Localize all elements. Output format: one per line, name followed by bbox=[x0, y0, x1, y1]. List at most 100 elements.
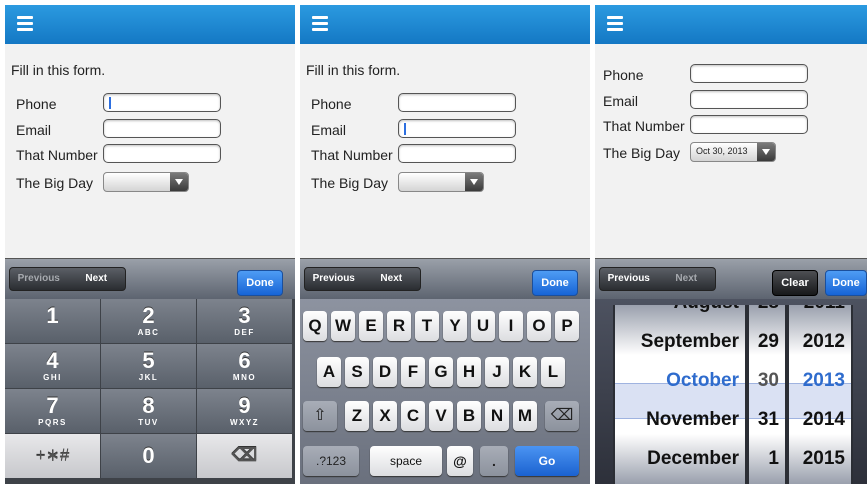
key-symbols[interactable]: +∗# bbox=[5, 434, 101, 479]
key-r[interactable]: R bbox=[387, 311, 411, 341]
email-field[interactable] bbox=[398, 119, 516, 138]
number-label: That Number bbox=[311, 147, 393, 163]
menu-icon[interactable] bbox=[607, 16, 623, 32]
text-caret bbox=[404, 123, 406, 135]
done-button[interactable]: Done bbox=[237, 270, 283, 296]
backspace-icon[interactable]: ⌫ bbox=[545, 401, 579, 431]
key-8[interactable]: 8 TUV bbox=[101, 389, 197, 434]
backspace-icon[interactable]: ⌫ bbox=[197, 434, 293, 479]
done-button[interactable]: Done bbox=[532, 270, 578, 296]
key-0[interactable]: 0 bbox=[101, 434, 197, 479]
at-key[interactable]: @ bbox=[447, 446, 473, 476]
key-v[interactable]: V bbox=[429, 401, 453, 431]
year-item[interactable]: 2014 bbox=[789, 400, 851, 439]
space-key[interactable]: space bbox=[370, 446, 442, 476]
month-item-selected[interactable]: October bbox=[615, 361, 745, 400]
key-y[interactable]: Y bbox=[443, 311, 467, 341]
key-e[interactable]: E bbox=[359, 311, 383, 341]
key-5[interactable]: 5 JKL bbox=[101, 344, 197, 389]
clear-button[interactable]: Clear bbox=[772, 270, 818, 296]
key-4[interactable]: 4 GHI bbox=[5, 344, 101, 389]
key-9[interactable]: 9 WXYZ bbox=[197, 389, 293, 434]
number-field[interactable] bbox=[398, 144, 516, 163]
key-n[interactable]: N bbox=[485, 401, 509, 431]
key-q[interactable]: Q bbox=[303, 311, 327, 341]
menu-icon[interactable] bbox=[17, 16, 33, 32]
email-label: Email bbox=[16, 122, 52, 138]
email-field[interactable] bbox=[690, 90, 808, 109]
key-h[interactable]: H bbox=[457, 357, 481, 387]
date-select[interactable]: Oct 30, 2013 bbox=[690, 142, 776, 162]
day-item[interactable]: 29 bbox=[749, 322, 785, 361]
key-b[interactable]: B bbox=[457, 401, 481, 431]
number-label: That Number bbox=[16, 147, 98, 163]
phone-field[interactable] bbox=[690, 64, 808, 83]
day-item[interactable]: 1 bbox=[749, 439, 785, 478]
key-l[interactable]: L bbox=[541, 357, 565, 387]
date-select[interactable] bbox=[398, 172, 484, 192]
key-o[interactable]: O bbox=[527, 311, 551, 341]
key-t[interactable]: T bbox=[415, 311, 439, 341]
number-field[interactable] bbox=[103, 144, 221, 163]
key-w[interactable]: W bbox=[331, 311, 355, 341]
shift-icon[interactable]: ⇧ bbox=[303, 401, 337, 431]
key-c[interactable]: C bbox=[401, 401, 425, 431]
key-z[interactable]: Z bbox=[345, 401, 369, 431]
done-button[interactable]: Done bbox=[825, 270, 867, 296]
date-select[interactable] bbox=[103, 172, 189, 192]
month-wheel[interactable]: August September October November Decemb… bbox=[613, 305, 747, 484]
previous-button[interactable]: Previous bbox=[600, 268, 658, 290]
key-k[interactable]: K bbox=[513, 357, 537, 387]
phone-field[interactable] bbox=[398, 93, 516, 112]
numbers-key[interactable]: .?123 bbox=[303, 446, 359, 476]
day-item-selected[interactable]: 30 bbox=[749, 361, 785, 400]
phone-field[interactable] bbox=[103, 93, 221, 112]
month-item[interactable]: December bbox=[615, 439, 745, 478]
email-field[interactable] bbox=[103, 119, 221, 138]
key-2[interactable]: 2 ABC bbox=[101, 299, 197, 344]
year-wheel[interactable]: 2011 2012 2013 2014 2015 bbox=[787, 305, 853, 484]
year-item[interactable]: 2015 bbox=[789, 439, 851, 478]
key-m[interactable]: M bbox=[513, 401, 537, 431]
month-item[interactable]: September bbox=[615, 322, 745, 361]
day-wheel[interactable]: 28 29 30 31 1 bbox=[747, 305, 787, 484]
key-x[interactable]: X bbox=[373, 401, 397, 431]
number-field[interactable] bbox=[690, 115, 808, 134]
go-button[interactable]: Go bbox=[515, 446, 579, 476]
key-7[interactable]: 7 PQRS bbox=[5, 389, 101, 434]
date-picker: August September October November Decemb… bbox=[595, 299, 867, 484]
key-u[interactable]: U bbox=[471, 311, 495, 341]
date-label: The Big Day bbox=[16, 175, 94, 191]
menu-icon[interactable] bbox=[312, 16, 328, 32]
month-item[interactable]: November bbox=[615, 400, 745, 439]
previous-button[interactable]: Previous bbox=[10, 268, 68, 290]
date-label: The Big Day bbox=[603, 145, 681, 161]
next-button[interactable]: Next bbox=[658, 268, 716, 290]
dropdown-arrow-icon bbox=[170, 173, 188, 191]
prev-next-control: Previous Next bbox=[304, 267, 421, 291]
year-item[interactable]: 2012 bbox=[789, 322, 851, 361]
phone-label: Phone bbox=[311, 96, 352, 112]
key-i[interactable]: I bbox=[499, 311, 523, 341]
next-button[interactable]: Next bbox=[68, 268, 126, 290]
key-d[interactable]: D bbox=[373, 357, 397, 387]
key-s[interactable]: S bbox=[345, 357, 369, 387]
year-item[interactable]: 2011 bbox=[789, 305, 851, 322]
date-select-value: Oct 30, 2013 bbox=[696, 146, 748, 156]
key-g[interactable]: G bbox=[429, 357, 453, 387]
year-item-selected[interactable]: 2013 bbox=[789, 361, 851, 400]
key-a[interactable]: A bbox=[317, 357, 341, 387]
day-item[interactable]: 28 bbox=[749, 305, 785, 322]
panel-phone-keypad: Fill in this form. Phone Email That Numb… bbox=[5, 5, 295, 484]
key-3[interactable]: 3 DEF bbox=[197, 299, 293, 344]
day-item[interactable]: 31 bbox=[749, 400, 785, 439]
next-button[interactable]: Next bbox=[363, 268, 421, 290]
dot-key[interactable]: . bbox=[480, 446, 508, 476]
key-j[interactable]: J bbox=[485, 357, 509, 387]
key-6[interactable]: 6 MNO bbox=[197, 344, 293, 389]
key-p[interactable]: P bbox=[555, 311, 579, 341]
key-f[interactable]: F bbox=[401, 357, 425, 387]
previous-button[interactable]: Previous bbox=[305, 268, 363, 290]
month-item[interactable]: August bbox=[615, 305, 745, 322]
key-1[interactable]: 1 bbox=[5, 299, 101, 344]
